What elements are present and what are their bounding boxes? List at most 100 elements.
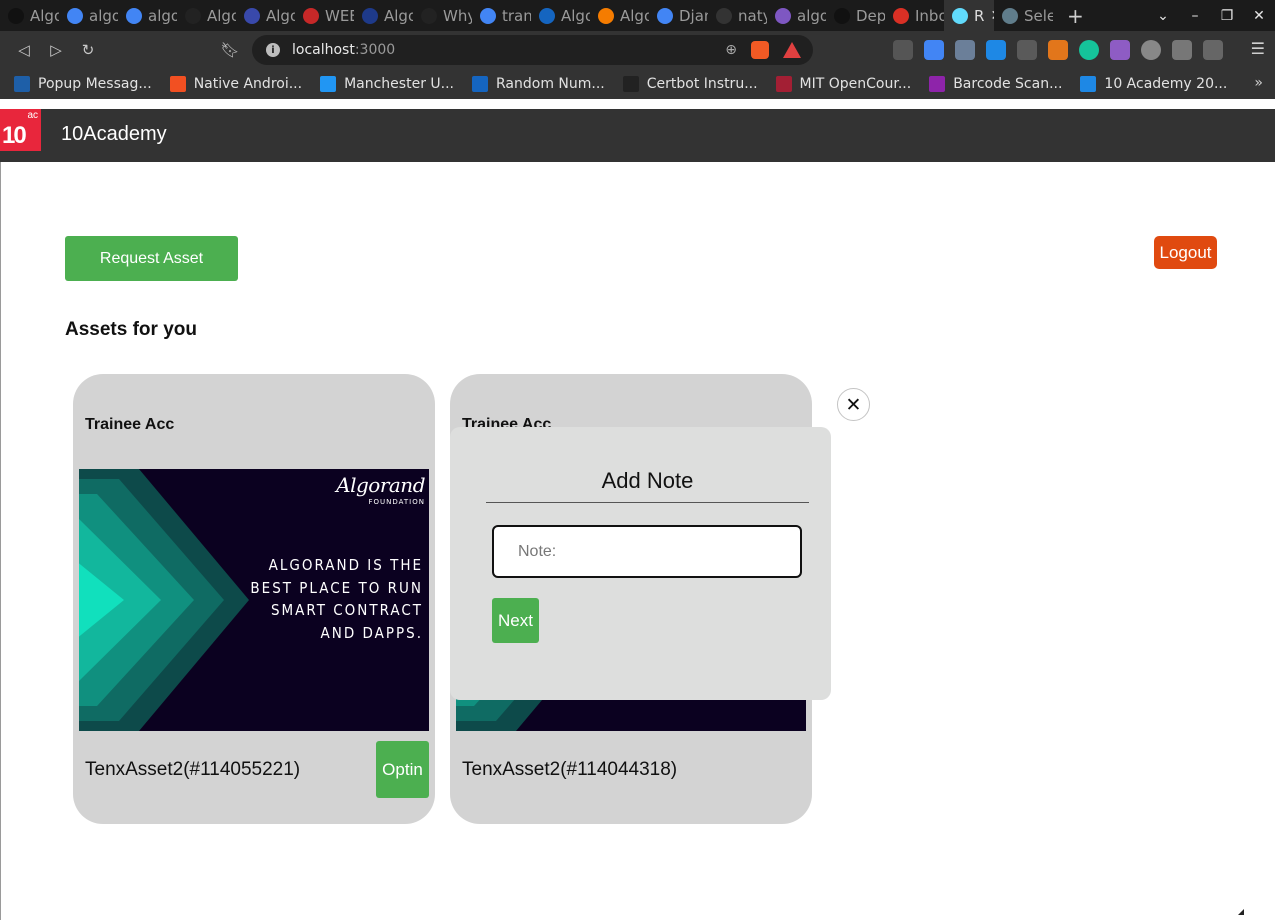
browser-tab[interactable]: WEB	[295, 0, 354, 31]
browser-tab[interactable]: algo	[59, 0, 118, 31]
browser-tab[interactable]: Algo	[590, 0, 649, 31]
browser-tab[interactable]: Algo	[0, 0, 59, 31]
tab-label: Why	[443, 6, 472, 25]
browser-tab[interactable]: Djan	[649, 0, 708, 31]
bookmark-favicon-icon	[14, 76, 30, 92]
bookmark-item[interactable]: Native Androi...	[169, 76, 302, 92]
tab-favicon-icon	[480, 7, 496, 24]
tab-favicon-icon	[716, 7, 732, 24]
wallet-icon[interactable]	[1203, 40, 1223, 60]
browser-tab[interactable]: algo	[767, 0, 826, 31]
logout-button[interactable]: Logout	[1154, 236, 1217, 269]
tab-label: R	[974, 6, 985, 25]
browser-tab[interactable]: R✕	[944, 0, 994, 31]
tab-label: Sele	[1024, 6, 1053, 25]
tab-favicon-icon	[185, 7, 201, 24]
close-modal-button[interactable]: ✕	[837, 388, 870, 421]
grammarly-icon[interactable]	[1079, 40, 1099, 60]
restore-icon[interactable]: ❐	[1211, 8, 1243, 24]
browser-tab[interactable]: tran	[472, 0, 531, 31]
bookmark-item[interactable]: Certbot Instru...	[622, 76, 758, 92]
browser-tab[interactable]: Inbo	[885, 0, 944, 31]
tab-favicon-icon	[1002, 7, 1018, 24]
bookmark-item[interactable]: MIT OpenCour...	[775, 76, 912, 92]
close-window-icon[interactable]: ✕	[1243, 8, 1275, 24]
browser-tab[interactable]: Algo	[236, 0, 295, 31]
note-input[interactable]	[492, 525, 802, 578]
new-tab-icon[interactable]: +	[1067, 4, 1084, 28]
tab-favicon-icon	[421, 7, 437, 24]
bookmark-label: Barcode Scan...	[953, 76, 1063, 92]
tab-label: Dep	[856, 6, 885, 25]
browser-tab[interactable]: Algo	[531, 0, 590, 31]
tab-favicon-icon	[362, 7, 378, 24]
forward-icon[interactable]: ▷	[40, 41, 72, 59]
back-icon[interactable]: ◁	[8, 41, 40, 59]
bookmark-item[interactable]: Barcode Scan...	[929, 76, 1062, 92]
modal-divider	[486, 502, 809, 503]
bookmark-label: Popup Messag...	[38, 76, 152, 92]
extension-icon[interactable]	[1141, 40, 1161, 60]
browser-tab-bar: Algo algo algo Algo Algo WEB Algo Why tran Algo Al…	[0, 0, 1275, 31]
extension-icon[interactable]	[986, 40, 1006, 60]
bookmarks-bar: Popup Messag... Native Androi... Mancheste…	[0, 69, 1275, 99]
browser-tab[interactable]: Why	[413, 0, 472, 31]
browser-tab[interactable]: naty	[708, 0, 767, 31]
browser-tab[interactable]: algo	[118, 0, 177, 31]
asset-name: TenxAsset2(#114044318)	[462, 759, 678, 780]
minimize-icon[interactable]: –	[1179, 8, 1211, 24]
tab-label: WEB	[325, 6, 354, 25]
tab-label: Inbo	[915, 6, 944, 25]
brave-rewards-icon[interactable]	[783, 42, 801, 58]
bookmark-label: Random Num...	[496, 76, 605, 92]
bookmark-favicon-icon	[929, 76, 946, 92]
extension-icon[interactable]	[1017, 40, 1037, 60]
browser-tab[interactable]: Dep	[826, 0, 885, 31]
tab-favicon-icon	[657, 7, 673, 24]
brand-name[interactable]: 10Academy	[61, 123, 167, 146]
metamask-icon[interactable]	[1048, 40, 1068, 60]
bookmark-icon[interactable]: 🔖︎	[214, 41, 246, 59]
tab-favicon-icon	[303, 7, 319, 24]
tab-label: Algo	[30, 6, 59, 25]
puzzle-icon[interactable]	[1172, 40, 1192, 60]
tab-label: tran	[502, 6, 531, 25]
menu-icon[interactable]: ☰	[1251, 39, 1265, 58]
address-bar[interactable]: i localhost:3000 ⊕	[252, 35, 813, 65]
request-asset-button[interactable]: Request Asset	[65, 236, 238, 281]
site-info-icon[interactable]: i	[266, 43, 280, 57]
next-button[interactable]: Next	[492, 598, 539, 643]
page-divider	[0, 162, 1, 920]
tab-label: Algo	[207, 6, 236, 25]
bookmark-favicon-icon	[775, 76, 792, 92]
bookmark-favicon-icon	[622, 76, 639, 92]
browser-tab[interactable]: Algo	[354, 0, 413, 31]
browser-tab[interactable]: Algo	[177, 0, 236, 31]
bookmark-item[interactable]: Random Num...	[472, 76, 605, 92]
asset-name: TenxAsset2(#114055221)	[85, 759, 301, 780]
translate-icon[interactable]	[924, 40, 944, 60]
browser-toolbar: ◁ ▷ ↻ 🔖︎ i localhost:3000 ⊕ ☰	[0, 31, 1275, 69]
reload-icon[interactable]: ↻	[72, 41, 104, 59]
window-controls: ⌄ – ❐ ✕	[1147, 0, 1275, 31]
url-text: localhost:3000	[292, 42, 396, 58]
brave-shields-icon[interactable]	[751, 41, 769, 59]
zoom-icon[interactable]: ⊕	[725, 42, 737, 58]
optin-button[interactable]: Optin	[376, 741, 429, 798]
extension-icon[interactable]	[893, 40, 913, 60]
tab-label: Algo	[384, 6, 413, 25]
tab-list-icon[interactable]: ⌄	[1147, 8, 1179, 24]
bookmarks-overflow-icon[interactable]: »	[1254, 75, 1263, 91]
shield-icon[interactable]	[955, 40, 975, 60]
browser-tab[interactable]: Sele	[994, 0, 1053, 31]
bookmark-favicon-icon	[320, 76, 337, 92]
extension-icon[interactable]	[1110, 40, 1130, 60]
tab-label: naty	[738, 6, 767, 25]
logo[interactable]: ac 10	[0, 109, 41, 151]
bookmark-item[interactable]: Manchester U...	[320, 76, 454, 92]
tab-label: algo	[148, 6, 177, 25]
bookmark-item[interactable]: Popup Messag...	[14, 76, 152, 92]
tab-label: Algo	[561, 6, 590, 25]
bookmark-label: MIT OpenCour...	[799, 76, 912, 92]
bookmark-item[interactable]: 10 Academy 20...	[1080, 76, 1227, 92]
